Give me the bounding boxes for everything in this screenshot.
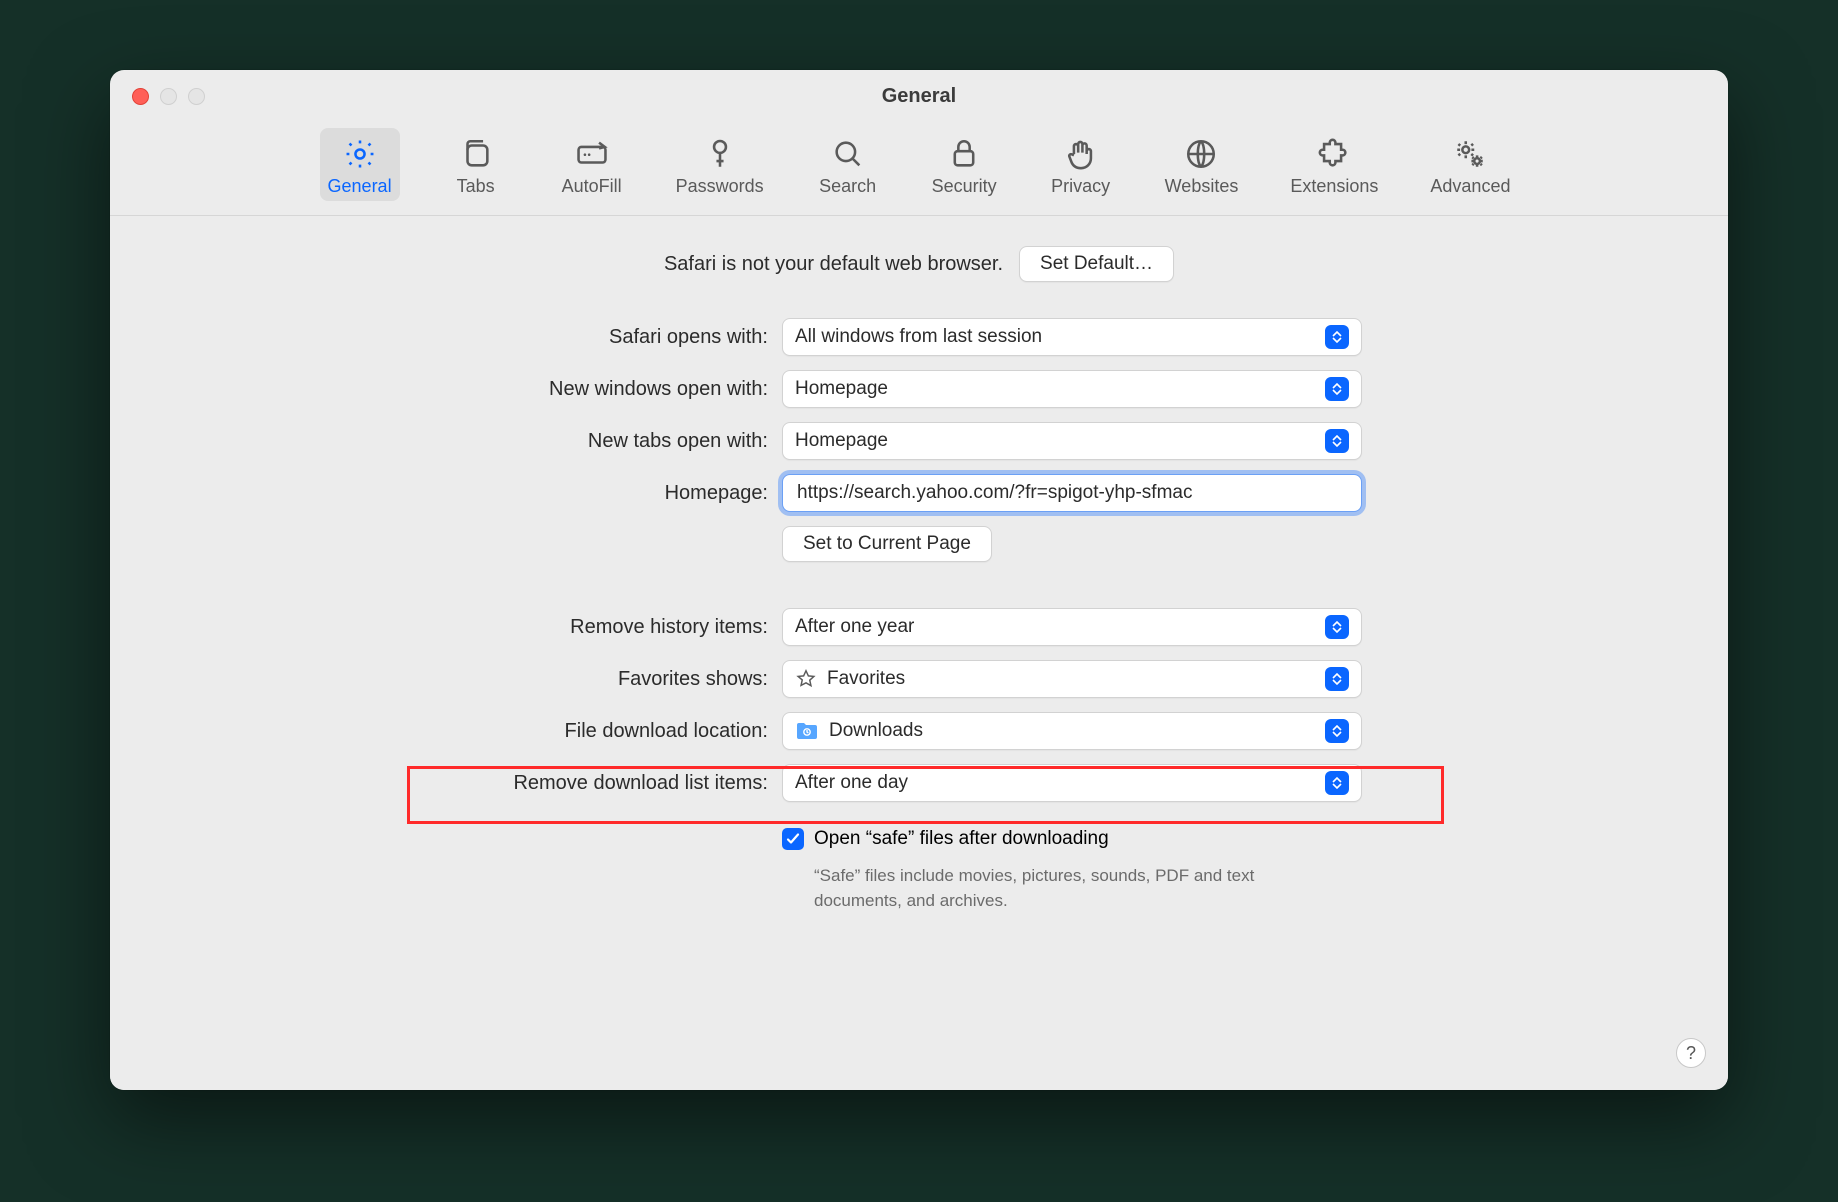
puzzle-icon (1316, 136, 1352, 172)
open-safe-label: Open “safe” files after downloading (814, 828, 1109, 850)
tab-label: Advanced (1430, 176, 1510, 197)
chevron-updown-icon (1325, 771, 1349, 795)
select-download-location[interactable]: Downloads (782, 712, 1362, 750)
globe-icon (1183, 136, 1219, 172)
chevron-updown-icon (1325, 615, 1349, 639)
tab-label: Tabs (457, 176, 495, 197)
traffic-lights (132, 88, 205, 105)
close-window-button[interactable] (132, 88, 149, 105)
tab-label: Search (819, 176, 876, 197)
chevron-updown-icon (1325, 719, 1349, 743)
maximize-window-button[interactable] (188, 88, 205, 105)
label-new-windows: New windows open with: (110, 378, 768, 401)
key-icon (702, 136, 738, 172)
select-value: Homepage (795, 430, 1325, 452)
minimize-window-button[interactable] (160, 88, 177, 105)
open-safe-checkbox[interactable] (782, 828, 804, 850)
tab-websites[interactable]: Websites (1157, 128, 1247, 201)
set-default-button[interactable]: Set Default… (1019, 246, 1174, 282)
search-icon (830, 136, 866, 172)
default-browser-text: Safari is not your default web browser. (664, 253, 1003, 276)
chevron-updown-icon (1325, 429, 1349, 453)
download-location-value-text: Downloads (829, 720, 923, 742)
select-value: Downloads (795, 720, 1325, 742)
gear-icon (342, 136, 378, 172)
homepage-field-wrapper (782, 474, 1362, 512)
select-value: All windows from last session (795, 326, 1325, 348)
open-safe-row: Open “safe” files after downloading (782, 828, 1368, 850)
select-new-windows[interactable]: Homepage (782, 370, 1362, 408)
chevron-updown-icon (1325, 667, 1349, 691)
tab-advanced[interactable]: Advanced (1422, 128, 1518, 201)
tab-label: Passwords (676, 176, 764, 197)
select-new-tabs[interactable]: Homepage (782, 422, 1362, 460)
tabs-icon (458, 136, 494, 172)
label-new-tabs: New tabs open with: (110, 430, 768, 453)
select-remove-downloads[interactable]: After one day (782, 764, 1362, 802)
select-favorites[interactable]: Favorites (782, 660, 1362, 698)
safe-files-hint: “Safe” files include movies, pictures, s… (814, 864, 1314, 913)
tab-label: AutoFill (562, 176, 622, 197)
general-form: Safari opens with: All windows from last… (110, 318, 1728, 913)
tab-passwords[interactable]: Passwords (668, 128, 772, 201)
select-remove-history[interactable]: After one year (782, 608, 1362, 646)
help-button[interactable]: ? (1676, 1038, 1706, 1068)
label-favorites: Favorites shows: (110, 668, 768, 691)
select-value: Favorites (795, 668, 1325, 690)
select-value: Homepage (795, 378, 1325, 400)
tab-label: Security (932, 176, 997, 197)
label-remove-downloads: Remove download list items: (110, 772, 768, 795)
hand-icon (1063, 136, 1099, 172)
gears-icon (1452, 136, 1488, 172)
chevron-updown-icon (1325, 325, 1349, 349)
preferences-toolbar: General Tabs AutoFill Passwords Search (110, 122, 1728, 216)
default-browser-row: Safari is not your default web browser. … (110, 246, 1728, 282)
tab-label: General (328, 176, 392, 197)
folder-icon (795, 721, 819, 741)
autofill-icon (574, 136, 610, 172)
tab-privacy[interactable]: Privacy (1041, 128, 1121, 201)
chevron-updown-icon (1325, 377, 1349, 401)
label-download-location: File download location: (110, 720, 768, 743)
window-title: General (110, 85, 1728, 108)
homepage-input[interactable] (795, 481, 1349, 505)
tab-extensions[interactable]: Extensions (1282, 128, 1386, 201)
select-value: After one day (795, 772, 1325, 794)
star-icon (795, 668, 817, 690)
tab-label: Extensions (1290, 176, 1378, 197)
favorites-value-text: Favorites (827, 668, 905, 690)
label-homepage: Homepage: (110, 482, 768, 505)
tab-search[interactable]: Search (808, 128, 888, 201)
tab-label: Websites (1165, 176, 1239, 197)
label-opens-with: Safari opens with: (110, 326, 768, 349)
preferences-window: General General Tabs AutoFill Passwords (110, 70, 1728, 1090)
label-remove-history: Remove history items: (110, 616, 768, 639)
lock-icon (946, 136, 982, 172)
preferences-body: Safari is not your default web browser. … (110, 216, 1728, 1090)
set-to-current-page-button[interactable]: Set to Current Page (782, 526, 992, 562)
select-value: After one year (795, 616, 1325, 638)
titlebar: General (110, 70, 1728, 122)
tab-security[interactable]: Security (924, 128, 1005, 201)
tab-tabs[interactable]: Tabs (436, 128, 516, 201)
tab-autofill[interactable]: AutoFill (552, 128, 632, 201)
select-opens-with[interactable]: All windows from last session (782, 318, 1362, 356)
tab-general[interactable]: General (320, 128, 400, 201)
tab-label: Privacy (1051, 176, 1110, 197)
